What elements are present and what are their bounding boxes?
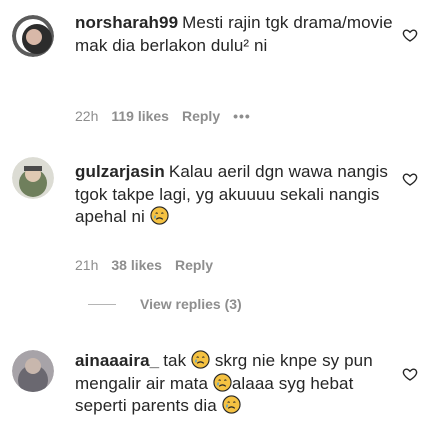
comments-list: norsharah99 Mesti rajin tgk drama/movie m… <box>0 0 438 434</box>
crying-face-emoji <box>221 395 241 414</box>
reply-button[interactable]: Reply <box>182 108 220 124</box>
avatar[interactable] <box>12 157 54 199</box>
avatar[interactable] <box>12 15 54 57</box>
heart-icon[interactable] <box>402 171 418 187</box>
reply-button[interactable]: Reply <box>175 257 213 273</box>
comment-username[interactable]: norsharah99 <box>75 13 178 32</box>
comment-likes[interactable]: 38 likes <box>111 257 162 273</box>
heart-icon[interactable] <box>402 366 418 382</box>
comment-username[interactable]: ainaaaira_ <box>75 351 159 370</box>
crying-face-emoji <box>213 372 232 392</box>
more-dots-icon[interactable]: ••• <box>233 108 251 124</box>
comment-meta: 21h 38 likes Reply <box>75 257 226 273</box>
avatar[interactable] <box>12 350 54 392</box>
crying-face-emoji <box>191 350 210 369</box>
heart-icon[interactable] <box>402 27 418 43</box>
comment-likes[interactable]: 119 likes <box>111 108 169 124</box>
comment-time: 22h <box>75 108 99 124</box>
comment-body: gulzarjasin Kalau aeril dgn wawa nangis t… <box>75 161 393 229</box>
comment-time: 21h <box>75 257 99 273</box>
view-replies-button[interactable]: View replies (3) <box>75 296 242 312</box>
comment-text-part-1: tak <box>163 351 187 370</box>
comment-meta: 22h 119 likes Reply ••• <box>75 108 264 124</box>
comment-body: norsharah99 Mesti rajin tgk drama/movie m… <box>75 12 393 57</box>
comment-username[interactable]: gulzarjasin <box>75 162 165 181</box>
view-replies-label: View replies (3) <box>140 296 242 312</box>
divider-line <box>88 303 116 305</box>
crying-face-emoji <box>150 206 169 225</box>
comment-body: ainaaaira_ tak skrg nie knpe sy pun menga… <box>75 350 393 418</box>
